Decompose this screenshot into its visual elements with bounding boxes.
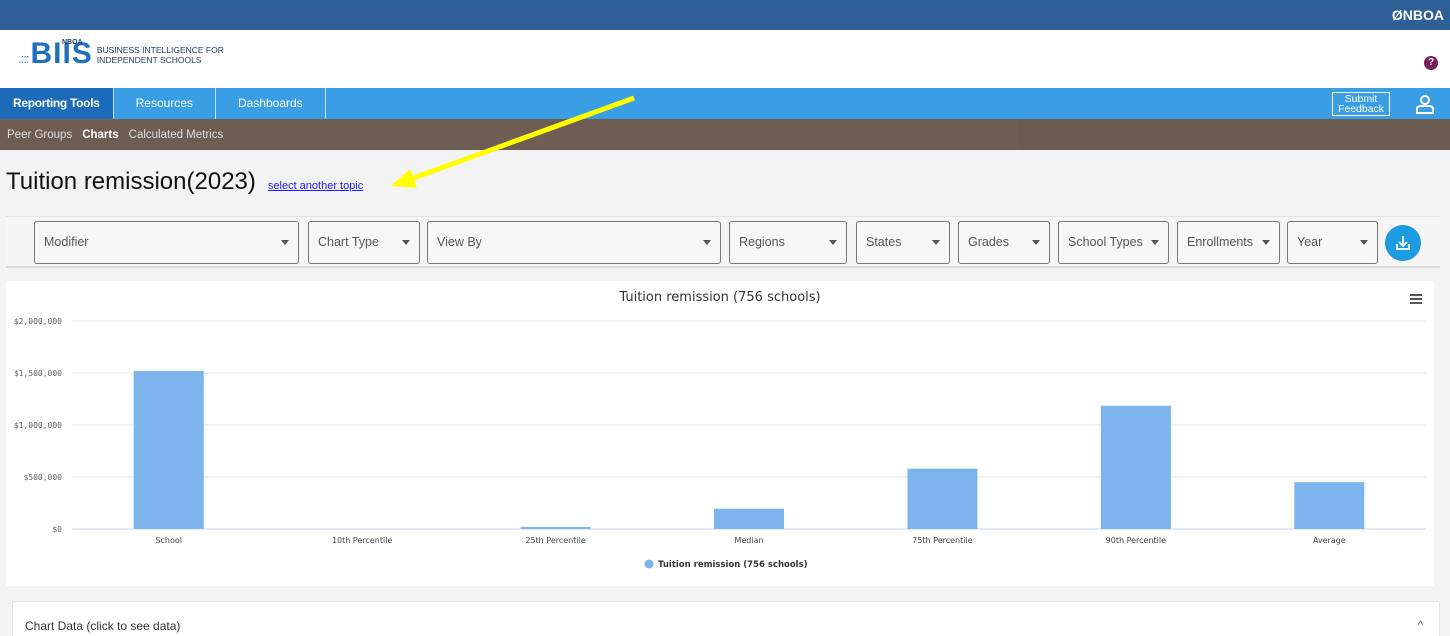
x-tick-label: School — [155, 536, 182, 545]
bar — [714, 508, 784, 529]
states-select[interactable]: States — [856, 221, 950, 264]
x-tick-label: 75th Percentile — [912, 536, 972, 545]
grades-select[interactable]: Grades — [958, 221, 1050, 264]
user-icon[interactable] — [1416, 94, 1434, 114]
annotation-arrowhead — [391, 169, 417, 188]
chart-data-label: Chart Data (click to see data) — [25, 619, 181, 633]
legend-label: Tuition remission (756 schools) — [658, 560, 808, 570]
legend-marker — [644, 559, 654, 569]
school-types-select[interactable]: School Types — [1058, 221, 1169, 264]
chevron-down-icon — [1262, 240, 1270, 245]
biis-logo[interactable]: NBOA .::: BIIS BUSINESS INTELLIGENCE FOR… — [18, 39, 224, 69]
chart-panel: Tuition remission (756 schools) $0 $500,00… — [6, 281, 1434, 586]
view-by-select-label: View By — [437, 235, 482, 249]
logo-dots-icon: .::: — [18, 51, 29, 66]
bar — [907, 468, 978, 529]
sub-nav: Peer Groups Charts Calculated Metrics — [0, 119, 1450, 150]
bar-chart: Tuition remission (756 schools) $0 $500,00… — [14, 290, 1426, 570]
chevron-down-icon — [402, 240, 410, 245]
y-tick-label: $2,000,000 — [14, 317, 62, 326]
download-icon — [1396, 236, 1410, 250]
main-nav: Reporting Tools Resources Dashboards Sub… — [0, 88, 1450, 119]
subnav-peer-groups[interactable]: Peer Groups — [7, 129, 72, 141]
subnav-calculated-metrics[interactable]: Calculated Metrics — [129, 129, 224, 141]
chevron-down-icon — [281, 240, 289, 245]
chart-type-select[interactable]: Chart Type — [308, 221, 420, 264]
logo-nboa-text: NBOA — [62, 39, 83, 46]
year-select[interactable]: Year — [1287, 221, 1378, 264]
chart-type-select-label: Chart Type — [318, 235, 379, 249]
chart-title: Tuition remission (756 schools) — [618, 290, 820, 305]
chevron-down-icon — [1360, 240, 1368, 245]
chevron-up-icon[interactable]: ^ — [1418, 619, 1423, 631]
chart-menu-icon[interactable] — [1410, 294, 1422, 304]
chevron-down-icon — [932, 240, 940, 245]
modifier-select-label: Modifier — [44, 235, 89, 249]
tab-resources[interactable]: Resources — [114, 88, 216, 119]
x-tick-label: 10th Percentile — [332, 536, 392, 545]
grades-select-label: Grades — [968, 235, 1009, 249]
enrollments-select-label: Enrollments — [1187, 235, 1253, 249]
view-by-select[interactable]: View By — [427, 221, 721, 264]
logo-tagline-line1: BUSINESS INTELLIGENCE FOR — [96, 45, 224, 55]
regions-select[interactable]: Regions — [729, 221, 847, 264]
x-tick-label: 25th Percentile — [525, 536, 585, 545]
header: NBOA .::: BIIS BUSINESS INTELLIGENCE FOR… — [0, 30, 1450, 88]
tab-dashboards[interactable]: Dashboards — [216, 88, 326, 119]
bar — [1100, 405, 1171, 529]
submit-feedback-button[interactable]: Submit Feedback — [1332, 92, 1390, 116]
bar — [520, 526, 591, 529]
page-title-row: Tuition remission(2023) select another t… — [6, 168, 363, 196]
chevron-down-icon — [1151, 240, 1159, 245]
y-tick-label: $1,000,000 — [14, 421, 62, 430]
chevron-down-icon — [1032, 240, 1040, 245]
logo-tagline-line2: INDEPENDENT SCHOOLS — [96, 55, 202, 65]
chevron-down-icon — [703, 240, 711, 245]
y-tick-label: $1,500,000 — [14, 369, 62, 378]
bar — [1294, 482, 1365, 529]
chart-data-panel[interactable]: Chart Data (click to see data) ^ — [12, 601, 1440, 636]
regions-select-label: Regions — [739, 235, 785, 249]
x-tick-label: Average — [1313, 536, 1346, 545]
modifier-select[interactable]: Modifier — [34, 221, 299, 264]
y-tick-label: $0 — [52, 525, 62, 534]
x-tick-label: 90th Percentile — [1106, 536, 1166, 545]
select-topic-link[interactable]: select another topic — [268, 180, 363, 192]
page-title: Tuition remission(2023) — [6, 168, 256, 195]
filter-bar: Modifier Chart Type View By Regions Stat… — [6, 216, 1440, 268]
subnav-charts[interactable]: Charts — [82, 129, 118, 141]
logo-tagline: BUSINESS INTELLIGENCE FOR INDEPENDENT SC… — [97, 45, 224, 65]
y-tick-label: $500,000 — [23, 473, 62, 482]
states-select-label: States — [866, 235, 902, 249]
school-types-select-label: School Types — [1068, 235, 1143, 249]
bar — [133, 370, 204, 529]
chevron-down-icon — [829, 240, 837, 245]
tab-reporting-tools[interactable]: Reporting Tools — [0, 88, 114, 119]
top-brand-bar: ØNBOA — [0, 0, 1450, 30]
year-select-label: Year — [1297, 235, 1323, 249]
nboa-brand[interactable]: ØNBOA — [1392, 7, 1444, 23]
help-icon[interactable]: ? — [1424, 56, 1438, 70]
download-button[interactable] — [1385, 225, 1421, 261]
feedback-line2: Feedback — [1337, 103, 1385, 115]
enrollments-select[interactable]: Enrollments — [1177, 221, 1280, 264]
x-tick-label: Median — [734, 536, 763, 545]
